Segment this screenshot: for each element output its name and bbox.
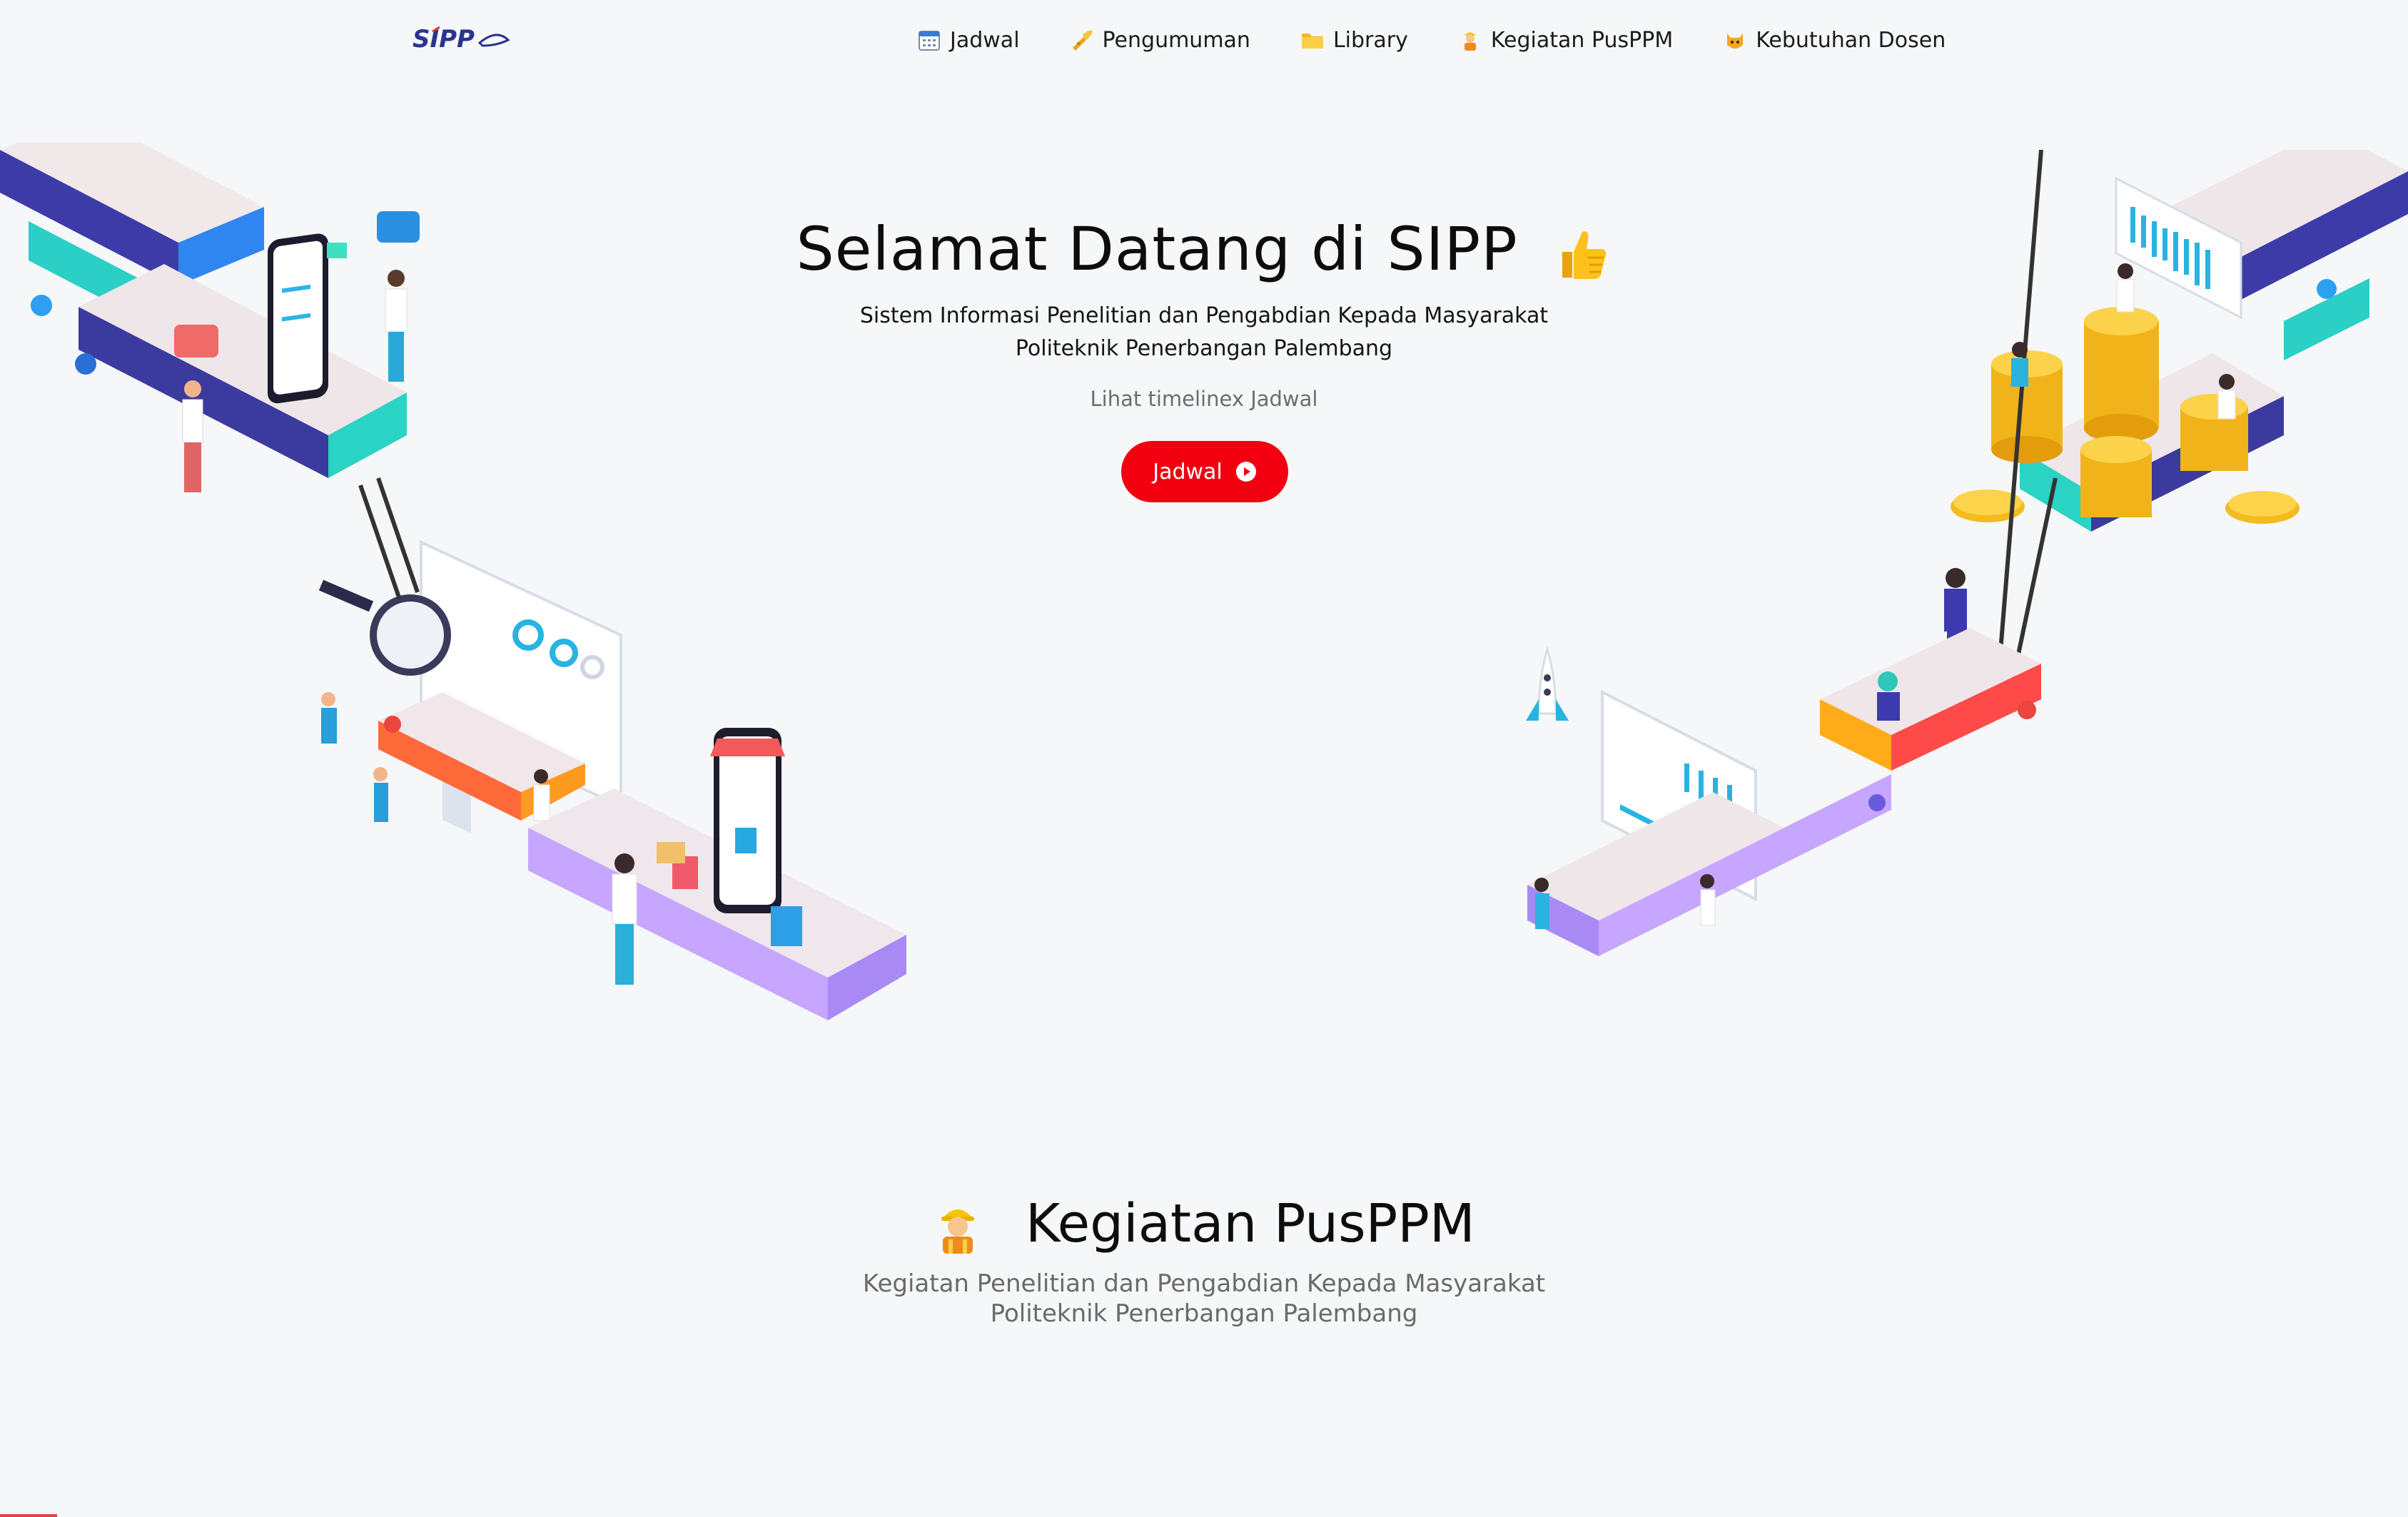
chat-bubble-icon: [174, 325, 218, 357]
shopping-bag-icon: [771, 906, 802, 946]
person-figure: [373, 767, 388, 822]
person-figure: [2011, 342, 2028, 387]
nav-item-kebutuhan-dosen[interactable]: Kebutuhan Dosen: [1723, 28, 1946, 53]
platform-orange-right: [1820, 628, 2041, 771]
nav-item-library[interactable]: Library: [1300, 28, 1408, 53]
coin-stacks: [1951, 307, 2300, 524]
section-subtitle: Kegiatan Penelitian dan Pengabdian Kepad…: [0, 1269, 2408, 1329]
logo-swoosh: [477, 34, 510, 47]
person-figure: [1877, 671, 1900, 721]
nav-item-kegiatan[interactable]: Kegiatan PusPPM: [1458, 28, 1673, 53]
nav-item-jadwal[interactable]: Jadwal: [917, 28, 1020, 53]
platform-orange-purple: [378, 692, 906, 1020]
play-circle-icon: [1235, 462, 1256, 482]
nav-item-pengumuman[interactable]: Pengumuman: [1070, 28, 1250, 53]
shop-phone-illustration: [710, 728, 785, 913]
nav-label: Library: [1332, 27, 1408, 53]
platform-purple-right: [1527, 774, 1891, 956]
rocket-icon: [1526, 645, 1569, 721]
worker-icon: [941, 1209, 975, 1254]
person-figure: [2217, 374, 2236, 420]
platform-blue: [0, 143, 407, 478]
nav-label: Kegiatan PusPPM: [1490, 27, 1674, 53]
section-title-text: Kegiatan PusPPM: [1025, 1193, 1475, 1254]
calendar-icon: [919, 31, 940, 51]
folder-icon: [1301, 34, 1323, 49]
nav-label: Jadwal: [950, 27, 1020, 53]
person-figure: [385, 270, 408, 382]
chat-bubble-icon: [377, 211, 420, 243]
hero-illustration-left: [0, 143, 906, 1020]
section-title: Kegiatan PusPPM: [0, 1193, 2408, 1254]
trumpet-icon: [1072, 30, 1093, 51]
person-figure: [533, 769, 550, 821]
phone-illustration: [268, 233, 328, 404]
worker-icon: [1464, 32, 1476, 51]
person-figure: [1700, 874, 1716, 926]
person-figure: [2116, 263, 2135, 313]
nav-label: Kebutuhan Dosen: [1756, 27, 1946, 53]
logo-text: SIPP: [413, 25, 475, 53]
person-figure: [1534, 878, 1549, 929]
sipp-logo[interactable]: SIPP: [411, 24, 511, 53]
hero-illustration-right: [1526, 150, 2408, 956]
section-subtitle-line2: Politeknik Penerbangan Palembang: [990, 1299, 1418, 1328]
page-progress-line: [0, 1514, 57, 1517]
cat-icon: [1727, 34, 1744, 49]
nav-label: Pengumuman: [1102, 27, 1250, 53]
person-figure: [321, 692, 337, 744]
jadwal-button[interactable]: Jadwal: [1121, 441, 1288, 502]
jadwal-button-label: Jadwal: [1153, 459, 1223, 484]
platform-blue-right: [2020, 150, 2408, 532]
top-nav: Jadwal Pengumuman Library Kegiatan PusPP…: [917, 21, 1946, 59]
section-subtitle-line1: Kegiatan Penelitian dan Pengabdian Kepad…: [862, 1269, 1546, 1298]
